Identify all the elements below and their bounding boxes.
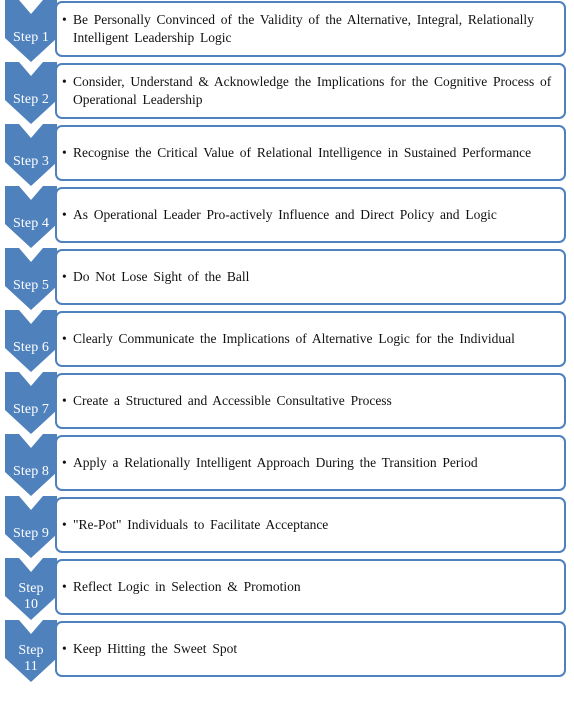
step-label-text: Step 9 [13, 526, 49, 541]
step-label-11: Step 11 [5, 620, 57, 682]
step-label-6: Step 6 [5, 310, 57, 372]
step-text-box-11: • Keep Hitting the Sweet Spot [55, 621, 566, 677]
step-bullet-item: • Keep Hitting the Sweet Spot [57, 640, 564, 658]
process-step-9: Step 9 • "Re-Pot" Individuals to Facilitat… [0, 496, 574, 558]
step-text-box-8: • Apply a Relationally Intelligent Approa… [55, 435, 566, 491]
step-label-text: Step 6 [13, 340, 49, 355]
step-label-text: Step 2 [13, 92, 49, 107]
step-text-box-6: • Clearly Communicate the Implications of… [55, 311, 566, 367]
step-bullet-item: • Do Not Lose Sight of the Ball [57, 268, 564, 286]
step-label-1: Step 1 [5, 0, 57, 62]
bullet-icon: • [62, 641, 67, 656]
process-step-8: Step 8 • Apply a Relationally Intelligent … [0, 434, 574, 496]
bullet-icon: • [62, 12, 67, 27]
step-text-box-4: • As Operational Leader Pro-actively Infl… [55, 187, 566, 243]
process-diagram: Step 1 • Be Personally Convinced of the Va… [0, 0, 574, 717]
bullet-icon: • [62, 74, 67, 89]
step-label-8: Step 8 [5, 434, 57, 496]
step-text-box-3: • Recognise the Critical Value of Relatio… [55, 125, 566, 181]
bullet-icon: • [62, 393, 67, 408]
step-label-text: Step 4 [13, 216, 49, 231]
bullet-icon: • [62, 145, 67, 160]
step-label-4: Step 4 [5, 186, 57, 248]
bullet-icon: • [62, 579, 67, 594]
step-text-box-2: • Consider, Understand & Acknowledge the … [55, 63, 566, 119]
step-text: Keep Hitting the Sweet Spot [73, 641, 238, 656]
process-step-6: Step 6 • Clearly Communicate the Implicati… [0, 310, 574, 372]
bullet-icon: • [62, 269, 67, 284]
process-step-5: Step 5 • Do Not Lose Sight of the Ball [0, 248, 574, 310]
bullet-icon: • [62, 207, 67, 222]
step-text-box-10: • Reflect Logic in Selection & Promotion [55, 559, 566, 615]
step-label-2: Step 2 [5, 62, 57, 124]
step-text: Do Not Lose Sight of the Ball [73, 269, 250, 284]
process-step-2: Step 2 • Consider, Understand & Acknowledg… [0, 62, 574, 124]
bullet-icon: • [62, 331, 67, 346]
process-step-4: Step 4 • As Operational Leader Pro-activel… [0, 186, 574, 248]
step-bullet-item: • As Operational Leader Pro-actively Infl… [57, 206, 564, 224]
step-label-9: Step 9 [5, 496, 57, 558]
process-step-1: Step 1 • Be Personally Convinced of the Va… [0, 0, 574, 62]
step-text: Clearly Communicate the Implications of … [73, 331, 515, 346]
step-text: Consider, Understand & Acknowledge the I… [73, 74, 552, 107]
step-text: As Operational Leader Pro-actively Influ… [73, 207, 497, 222]
process-step-7: Step 7 • Create a Structured and Accessibl… [0, 372, 574, 434]
step-text: Be Personally Convinced of the Validity … [73, 12, 534, 45]
process-step-10: Step 10 • Reflect Logic in Selection & Prom… [0, 558, 574, 620]
step-text-box-5: • Do Not Lose Sight of the Ball [55, 249, 566, 305]
step-label-text: Step 5 [13, 278, 49, 293]
step-text-box-1: • Be Personally Convinced of the Validity… [55, 1, 566, 57]
step-text: Recognise the Critical Value of Relation… [73, 145, 532, 160]
step-text: "Re-Pot" Individuals to Facilitate Accep… [73, 517, 329, 532]
step-text: Reflect Logic in Selection & Promotion [73, 579, 301, 594]
step-bullet-item: • Clearly Communicate the Implications of… [57, 330, 564, 348]
step-text: Create a Structured and Accessible Consu… [73, 393, 392, 408]
step-label-text: Step 7 [13, 402, 49, 417]
step-bullet-item: • "Re-Pot" Individuals to Facilitate Acce… [57, 516, 564, 534]
step-label-text: Step 1 [13, 30, 49, 45]
bullet-icon: • [62, 455, 67, 470]
step-label-text: Step 8 [13, 464, 49, 479]
step-text: Apply a Relationally Intelligent Approac… [73, 455, 478, 470]
step-bullet-item: • Be Personally Convinced of the Validity… [57, 11, 564, 47]
step-bullet-item: • Recognise the Critical Value of Relatio… [57, 144, 564, 162]
step-bullet-item: • Consider, Understand & Acknowledge the … [57, 73, 564, 109]
process-step-11: Step 11 • Keep Hitting the Sweet Spot [0, 620, 574, 682]
step-bullet-item: • Apply a Relationally Intelligent Approa… [57, 454, 564, 472]
bullet-icon: • [62, 517, 67, 532]
step-label-text: Step 10 [18, 581, 44, 612]
step-label-7: Step 7 [5, 372, 57, 434]
step-label-5: Step 5 [5, 248, 57, 310]
step-label-text: Step 11 [18, 643, 44, 674]
step-text-box-7: • Create a Structured and Accessible Cons… [55, 373, 566, 429]
step-bullet-item: • Create a Structured and Accessible Cons… [57, 392, 564, 410]
step-text-box-9: • "Re-Pot" Individuals to Facilitate Acce… [55, 497, 566, 553]
process-step-3: Step 3 • Recognise the Critical Value of R… [0, 124, 574, 186]
step-bullet-item: • Reflect Logic in Selection & Promotion [57, 578, 564, 596]
step-label-text: Step 3 [13, 154, 49, 169]
step-label-10: Step 10 [5, 558, 57, 620]
step-label-3: Step 3 [5, 124, 57, 186]
